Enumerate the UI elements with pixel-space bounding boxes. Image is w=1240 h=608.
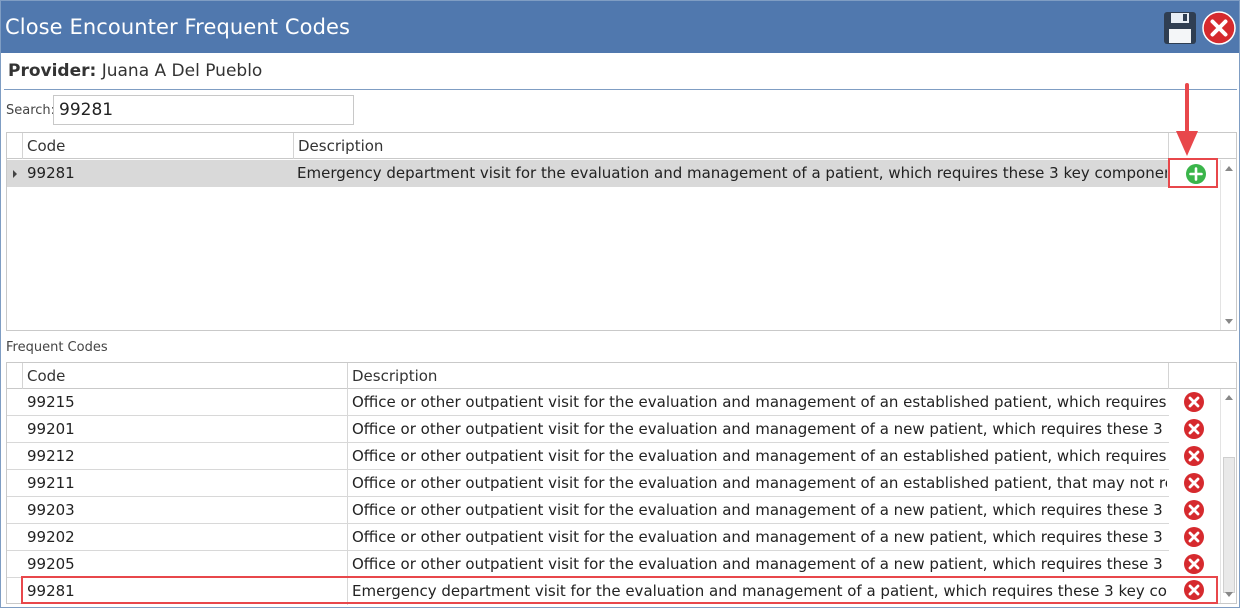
frequent-codes-label: Frequent Codes [6,340,108,355]
description-cell: Office or other outpatient visit for the… [347,443,1167,470]
scroll-down-icon[interactable] [1225,319,1233,324]
code-cell: 99203 [27,501,75,519]
frequent-codes-header: Code Description [7,363,1236,389]
save-icon [1164,12,1196,44]
remove-icon [1184,580,1204,600]
column-header-action [1168,363,1220,389]
code-cell: 99215 [27,393,75,411]
save-button[interactable] [1163,11,1197,45]
table-row[interactable]: 99212 Office or other outpatient visit f… [7,443,1169,470]
remove-icon [1184,419,1204,439]
table-row[interactable]: 99202 Office or other outpatient visit f… [7,524,1169,551]
table-row[interactable]: 99201 Office or other outpatient visit f… [7,416,1169,443]
table-row[interactable]: 99215 Office or other outpatient visit f… [7,389,1169,416]
remove-icon [1184,473,1204,493]
description-cell: Office or other outpatient visit for the… [347,416,1167,443]
description-cell: Office or other outpatient visit for the… [347,389,1167,416]
description-cell: Office or other outpatient visit for the… [347,524,1167,551]
remove-code-button[interactable] [1183,553,1205,575]
header-divider [4,89,1237,90]
provider-name: Juana A Del Pueblo [101,61,263,81]
row-indicator-icon [13,170,17,178]
remove-code-button[interactable] [1183,579,1205,601]
frequent-codes-grid: Code Description 99215 Office or other o… [6,362,1237,605]
scroll-up-icon[interactable] [1225,395,1233,400]
description-cell: Office or other outpatient visit for the… [347,497,1167,524]
column-header-code[interactable]: Code [22,363,348,389]
close-icon [1202,11,1236,45]
table-row[interactable]: 99211 Office or other outpatient visit f… [7,470,1169,497]
search-results-header: Code Description [7,133,1236,159]
search-results-scrollbar[interactable] [1220,160,1236,330]
description-cell: Office or other outpatient visit for the… [347,551,1167,578]
remove-icon [1184,527,1204,547]
title-bar: Close Encounter Frequent Codes [1,1,1239,53]
add-icon [1186,164,1206,184]
search-result-row[interactable]: 99281 Emergency department visit for the… [7,160,1169,187]
description-cell: Office or other outpatient visit for the… [347,470,1167,497]
column-header-description[interactable]: Description [347,363,1169,389]
scroll-up-icon[interactable] [1225,166,1233,171]
frequent-codes-scrollbar[interactable] [1220,389,1236,603]
search-results-grid: Code Description 99281 Emergency departm… [6,132,1237,331]
table-row[interactable]: 99205 Office or other outpatient visit f… [7,551,1169,578]
table-row[interactable]: 99281 Emergency department visit for the… [7,578,1169,605]
code-cell: 99211 [27,474,75,492]
provider-label: Provider: [8,61,97,81]
scroll-down-icon[interactable] [1225,592,1233,597]
description-cell: Emergency department visit for the evalu… [347,578,1167,605]
code-cell: 99201 [27,420,75,438]
column-header-description[interactable]: Description [293,133,1169,159]
search-input[interactable] [53,95,354,125]
code-cell: 99205 [27,555,75,573]
provider-row: Provider: Juana A Del Pueblo [8,61,262,81]
remove-icon [1184,392,1204,412]
add-code-button[interactable] [1185,163,1207,185]
scrollbar-thumb[interactable] [1223,457,1235,593]
remove-code-button[interactable] [1183,391,1205,413]
remove-icon [1184,446,1204,466]
remove-code-button[interactable] [1183,418,1205,440]
remove-code-button[interactable] [1183,526,1205,548]
remove-icon [1184,500,1204,520]
search-label: Search: [6,103,56,118]
close-button[interactable] [1202,11,1236,45]
table-row[interactable]: 99203 Office or other outpatient visit f… [7,497,1169,524]
remove-icon [1184,554,1204,574]
search-result-code: 99281 [27,164,75,182]
annotation-arrow-icon [1176,83,1198,156]
search-result-description: Emergency department visit for the evalu… [297,164,1167,182]
code-cell: 99281 [27,582,75,600]
remove-code-button[interactable] [1183,472,1205,494]
remove-code-button[interactable] [1183,499,1205,521]
dialog-window: Close Encounter Frequent Codes Provider:… [0,0,1240,608]
code-cell: 99202 [27,528,75,546]
window-title: Close Encounter Frequent Codes [5,15,351,39]
remove-code-button[interactable] [1183,445,1205,467]
column-header-code[interactable]: Code [22,133,294,159]
code-cell: 99212 [27,447,75,465]
